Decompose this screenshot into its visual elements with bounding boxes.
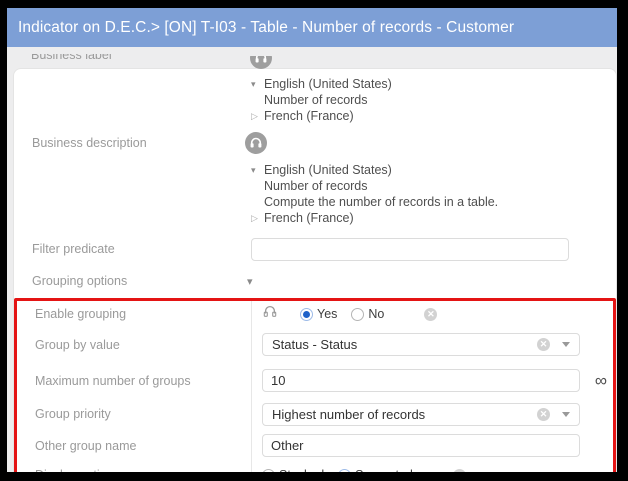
radio-stacked[interactable]: Stacked bbox=[262, 468, 324, 472]
field-label: Display option bbox=[17, 468, 251, 472]
other-group-name-input[interactable] bbox=[262, 434, 580, 457]
headset-icon bbox=[262, 304, 278, 324]
clear-icon[interactable]: ✕ bbox=[424, 307, 438, 321]
section-label: Grouping options bbox=[32, 274, 128, 288]
max-groups-input[interactable] bbox=[262, 369, 580, 392]
enable-grouping-row: Enable grouping Yes No ✕ bbox=[17, 301, 613, 327]
field-label: Other group name bbox=[35, 438, 137, 453]
grouping-options-row[interactable]: Grouping options ▾ bbox=[14, 273, 616, 289]
field-label: Group by value bbox=[35, 337, 120, 352]
clear-icon[interactable]: ✕ bbox=[537, 338, 550, 351]
headset-icon bbox=[250, 56, 272, 71]
field-label: Business description bbox=[32, 136, 147, 150]
group-priority-row: Group priority Highest number of records… bbox=[17, 399, 613, 429]
tree-item[interactable]: ▾ English (United States) bbox=[251, 76, 616, 92]
business-description-translations: ▾ English (United States) Number of reco… bbox=[245, 132, 616, 226]
group-priority-select[interactable]: Highest number of records ✕ bbox=[262, 402, 580, 426]
filter-predicate-input[interactable] bbox=[251, 237, 569, 261]
business-label-row: ▾ English (United States) Number of reco… bbox=[14, 76, 616, 124]
group-by-value-row: Group by value Status - Status ✕ bbox=[17, 327, 613, 362]
tree-item[interactable]: Compute the number of records in a table… bbox=[251, 194, 616, 210]
chevron-down-icon[interactable]: ▾ bbox=[247, 275, 253, 288]
field-label: Maximum number of groups bbox=[35, 373, 191, 388]
radio-no[interactable]: No bbox=[351, 307, 384, 321]
display-option-row: Display option Stacked Separated ✕ bbox=[17, 462, 613, 472]
dialog-window: Indicator on D.E.C.> [ON] T-I03 - Table … bbox=[7, 8, 617, 472]
radio-separated[interactable]: Separated bbox=[338, 468, 413, 472]
radio-yes[interactable]: Yes bbox=[300, 307, 337, 321]
chevron-right-icon[interactable]: ▷ bbox=[251, 210, 264, 226]
clear-icon[interactable]: ✕ bbox=[537, 407, 550, 421]
clear-icon[interactable]: ✕ bbox=[452, 468, 466, 472]
chevron-right-icon[interactable]: ▷ bbox=[251, 108, 264, 124]
form-panel: ▾ English (United States) Number of reco… bbox=[13, 68, 617, 472]
headset-icon bbox=[245, 132, 616, 159]
other-group-name-row: Other group name bbox=[17, 429, 613, 462]
tree-item[interactable]: ▷ French (France) bbox=[251, 108, 616, 124]
tree-item[interactable]: Number of records bbox=[251, 178, 616, 194]
dialog-title: Indicator on D.E.C.> [ON] T-I03 - Table … bbox=[7, 8, 617, 47]
max-groups-row: Maximum number of groups ∞ bbox=[17, 362, 613, 399]
business-label-translations: ▾ English (United States) Number of reco… bbox=[251, 76, 616, 124]
field-label: Filter predicate bbox=[32, 242, 115, 256]
field-label: Enable grouping bbox=[35, 307, 127, 321]
business-label-clipped: Business label bbox=[31, 54, 112, 62]
filter-predicate-row: Filter predicate bbox=[14, 237, 616, 261]
field-label: Group priority bbox=[35, 407, 111, 421]
dropdown-caret-icon[interactable] bbox=[562, 342, 570, 347]
infinity-icon[interactable]: ∞ bbox=[595, 372, 607, 389]
tree-item[interactable]: ▾ English (United States) bbox=[251, 162, 616, 178]
group-by-value-select[interactable]: Status - Status ✕ bbox=[262, 333, 580, 356]
tree-item[interactable]: ▷ French (France) bbox=[251, 210, 616, 226]
chevron-down-icon[interactable]: ▾ bbox=[251, 162, 264, 178]
chevron-down-icon[interactable]: ▾ bbox=[251, 76, 264, 92]
dialog-body: Business label ▾ English (United States) bbox=[7, 47, 617, 472]
business-description-row: Business description ▾ English (United S… bbox=[14, 132, 616, 226]
tree-item[interactable]: Number of records bbox=[251, 92, 616, 108]
grouping-highlight-box: Enable grouping Yes No ✕ Group by value … bbox=[14, 298, 616, 472]
dropdown-caret-icon[interactable] bbox=[562, 411, 570, 417]
